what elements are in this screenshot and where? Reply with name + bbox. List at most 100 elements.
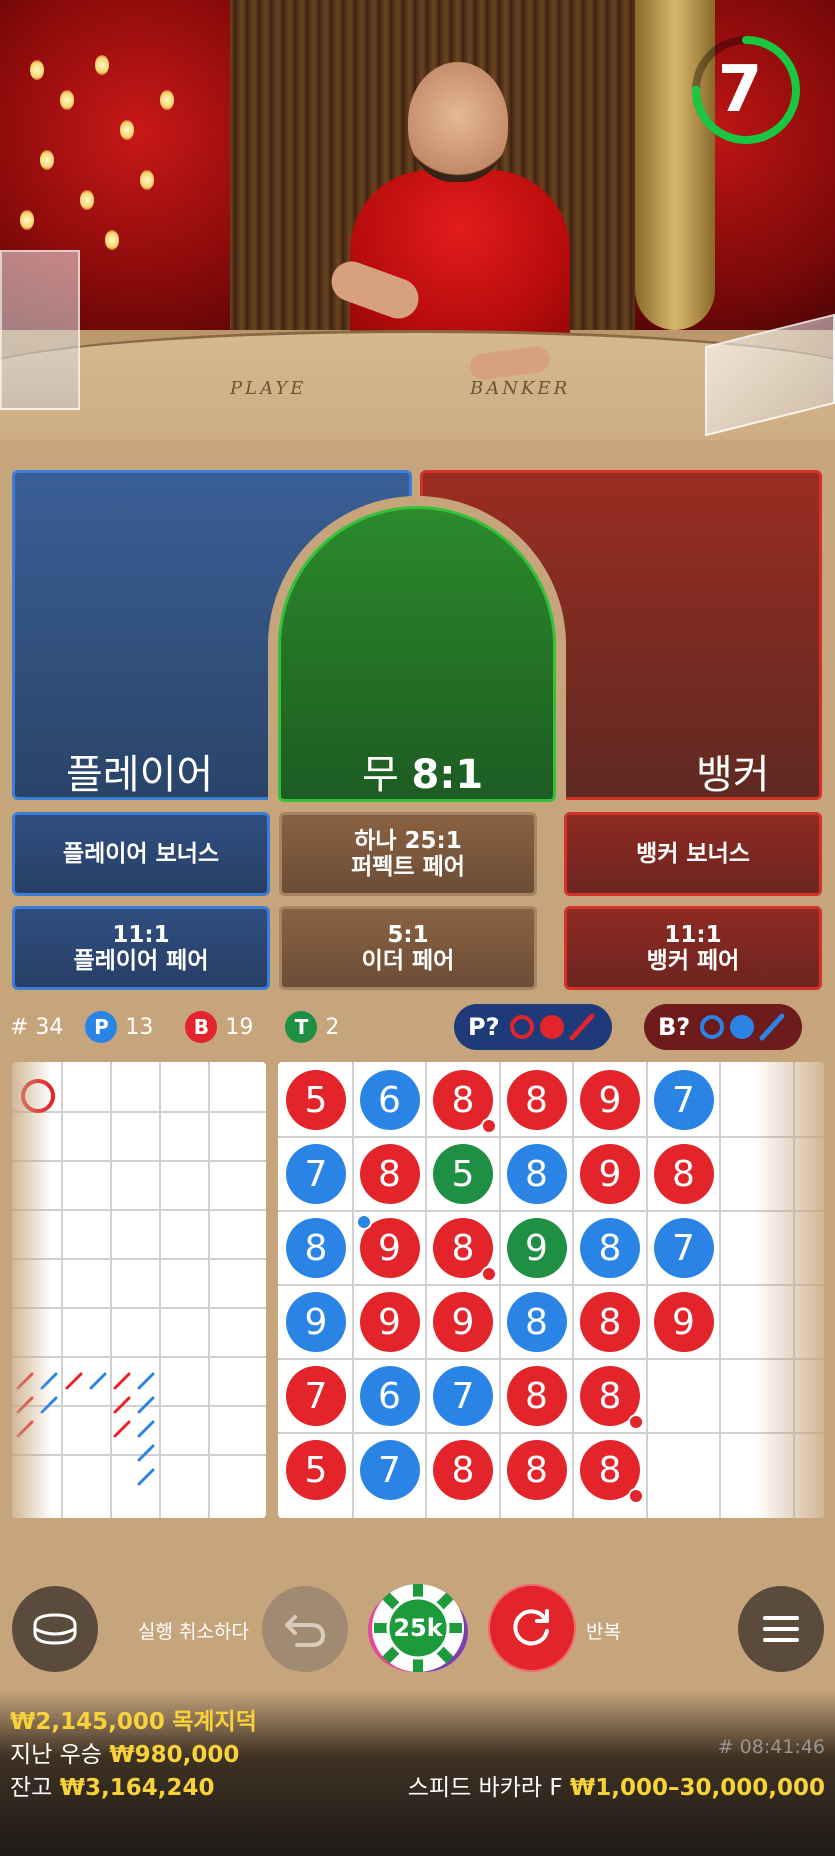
grid-line — [278, 1284, 824, 1286]
last-win: 지난 우승 ₩980,000 — [10, 1735, 239, 1769]
repeat-label: 반복 — [586, 1621, 621, 1643]
player-pair-odds: 11:1 — [112, 921, 170, 948]
bead-result: 8 — [580, 1440, 644, 1504]
bead-result: 7 — [286, 1366, 346, 1426]
player-prediction-icons — [509, 1013, 595, 1041]
player-wins-count: 13 — [125, 1014, 154, 1040]
tie-odds: 8:1 — [411, 752, 484, 798]
hamburger-icon — [763, 1616, 799, 1642]
bet-perfect-pair[interactable]: 하나 25:1 퍼펙트 페어 — [279, 812, 537, 896]
grid-line — [498, 1062, 501, 1518]
bet-either-pair[interactable]: 5:1 이더 페어 — [279, 906, 537, 990]
bead-result: 9 — [580, 1070, 640, 1130]
balance-value: ₩3,164,240 — [59, 1775, 215, 1801]
player-label: 플레이어 — [66, 752, 214, 798]
bead-result: 8 — [506, 1070, 567, 1130]
big-road-panel[interactable] — [12, 1062, 266, 1518]
bead-result: 6 — [359, 1070, 420, 1130]
perfect-pair-label: 퍼펙트 페어 — [351, 854, 465, 880]
bead-result: 5 — [433, 1144, 493, 1204]
lobby-button[interactable] — [12, 1586, 98, 1672]
grid-line — [425, 1062, 427, 1518]
banker-wins-icon: B — [185, 1011, 218, 1043]
bead-result: 8 — [506, 1144, 567, 1204]
table-name: 스피드 바카라 F — [407, 1775, 563, 1801]
bead-result: 8 — [580, 1292, 640, 1352]
bead-result: 9 — [359, 1292, 420, 1352]
player-pair-label: 플레이어 페어 — [73, 948, 209, 974]
grid-line — [645, 1062, 648, 1518]
table-icon — [33, 1613, 77, 1645]
card-shoe-left — [0, 250, 80, 410]
banker-prediction-button[interactable]: B? — [644, 1004, 803, 1050]
game-id: # 08:41:46 — [717, 1736, 825, 1758]
bead-result: 5 — [286, 1070, 346, 1130]
bead-result: 8 — [580, 1366, 644, 1430]
total-bet: ₩2,145,000 목계지덕 — [10, 1702, 257, 1736]
grid-line — [572, 1062, 574, 1518]
countdown-seconds: 7 — [717, 53, 763, 127]
bead-result: 9 — [433, 1292, 493, 1352]
bead-result: 7 — [653, 1218, 714, 1278]
banker-prediction-label: B? — [658, 1013, 691, 1041]
last-win-value: ₩980,000 — [109, 1742, 240, 1768]
bead-result: 6 — [359, 1366, 420, 1426]
bet-player-pair[interactable]: 11:1 플레이어 페어 — [12, 906, 270, 990]
banker-pair-dot — [628, 1488, 644, 1504]
bead-result: 7 — [653, 1070, 714, 1130]
bead-result: 8 — [506, 1292, 567, 1352]
table-word-banker: BANKER — [470, 378, 571, 399]
player-prediction-button[interactable]: P? — [454, 1004, 612, 1050]
bead-result: 8 — [653, 1144, 714, 1204]
banker-wins-count: 19 — [225, 1014, 254, 1040]
balance: 잔고 ₩3,164,240 — [10, 1768, 215, 1802]
undo-button[interactable] — [262, 1586, 348, 1672]
banker-pair-dot — [481, 1118, 497, 1134]
bead-result: 8 — [433, 1070, 497, 1134]
bead-result: 8 — [359, 1144, 420, 1204]
bead-result: 8 — [506, 1440, 567, 1500]
chip-selector[interactable]: 25k — [358, 1578, 478, 1678]
last-win-label: 지난 우승 — [10, 1742, 102, 1768]
banker-label: 뱅커 — [696, 752, 770, 798]
bead-result: 7 — [359, 1440, 420, 1500]
repeat-icon — [513, 1609, 549, 1646]
menu-button[interactable] — [738, 1586, 824, 1672]
chip-value: 25k — [393, 1614, 443, 1642]
grid-line — [278, 1358, 824, 1360]
player-pair-dot — [355, 1214, 372, 1230]
player-wins-icon: P — [85, 1011, 118, 1043]
bet-player-bonus[interactable]: 플레이어 보너스 — [12, 812, 270, 896]
banker-pair-label: 뱅커 페어 — [646, 948, 740, 974]
tie-label-text: 무 — [362, 752, 399, 798]
bead-result: 9 — [286, 1292, 346, 1352]
undo-icon — [285, 1615, 326, 1647]
bead-result: 5 — [286, 1440, 346, 1500]
table-word-player: PLAYE — [230, 378, 307, 399]
bead-result: 9 — [355, 1214, 420, 1278]
grid-line — [719, 1062, 721, 1518]
player-bonus-label: 플레이어 보너스 — [62, 840, 220, 867]
bet-banker-bonus[interactable]: 뱅커 보너스 — [564, 812, 822, 896]
dealer-head — [408, 62, 508, 182]
tie-label: 무 8:1 — [362, 742, 483, 800]
grid-line — [278, 1136, 824, 1138]
bead-road-panel[interactable]: 5789756899678589788898889988887879 — [278, 1062, 824, 1518]
total-bet-amount: ₩2,145,000 — [10, 1709, 165, 1735]
bead-result: 8 — [433, 1218, 497, 1282]
repeat-button[interactable] — [488, 1584, 576, 1672]
either-pair-odds: 5:1 — [387, 921, 429, 948]
banker-bonus-label: 뱅커 보너스 — [636, 840, 750, 867]
table-info: 스피드 바카라 F ₩1,000–30,000,000 — [408, 1768, 825, 1802]
tie-count: 2 — [325, 1014, 340, 1040]
bead-result: 8 — [286, 1218, 346, 1278]
grid-line — [278, 1432, 824, 1434]
bet-banker-pair[interactable]: 11:1 뱅커 페어 — [564, 906, 822, 990]
round-stats: # 34 P 13 B 19 T 2 — [10, 1006, 339, 1048]
perfect-pair-odds: 하나 25:1 — [354, 827, 462, 854]
banker-pair-odds: 11:1 — [664, 921, 722, 948]
bead-result: 8 — [506, 1366, 567, 1426]
grid-line — [351, 1062, 354, 1518]
bead-result: 8 — [433, 1440, 493, 1500]
total-bet-note: 목계지덕 — [172, 1709, 257, 1735]
